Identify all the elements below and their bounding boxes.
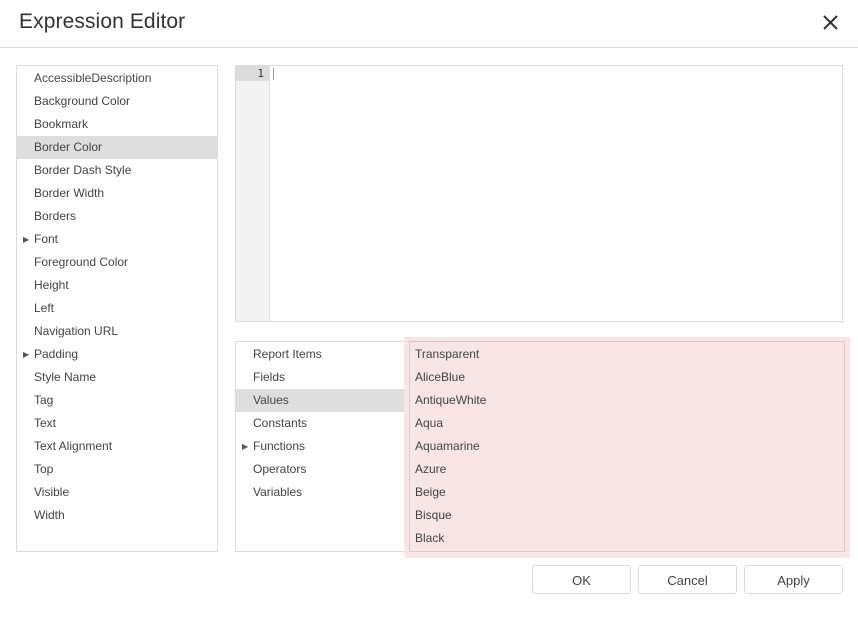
property-item-label: Foreground Color [34, 255, 129, 269]
property-item[interactable]: Top [17, 458, 217, 481]
category-item[interactable]: Operators [236, 458, 409, 481]
property-item[interactable]: Visible [17, 481, 217, 504]
expression-editor[interactable]: 1 [235, 65, 843, 322]
property-item[interactable]: Text [17, 412, 217, 435]
expand-arrow-icon[interactable]: ▶ [23, 343, 29, 366]
property-item-label: Text Alignment [34, 439, 113, 453]
property-item-label: Height [34, 278, 69, 292]
value-item-label: Azure [415, 462, 447, 476]
property-item[interactable]: ▶ Font [17, 228, 217, 251]
value-item-label: Aquamarine [415, 439, 480, 453]
properties-list-items: AccessibleDescription Background Color Boo… [17, 66, 217, 527]
value-item[interactable]: AntiqueWhite [410, 389, 844, 412]
property-item-label: Background Color [34, 94, 131, 108]
categories-list[interactable]: Report Items Fields Values Constants ▶ Functi… [235, 341, 410, 552]
category-item-label: Constants [253, 416, 308, 430]
value-item[interactable]: Aqua [410, 412, 844, 435]
line-number-gutter: 1 [236, 66, 270, 321]
category-item-label: Operators [253, 462, 307, 476]
category-item-label: Variables [253, 485, 303, 499]
value-item-label: Aqua [415, 416, 444, 430]
property-item[interactable]: Navigation URL [17, 320, 217, 343]
property-item-label: Navigation URL [34, 324, 119, 338]
value-item[interactable]: Azure [410, 458, 844, 481]
property-item-label: Bookmark [34, 117, 89, 131]
category-item[interactable]: Values [236, 389, 409, 412]
value-item-label: Beige [415, 485, 446, 499]
close-button[interactable] [820, 12, 842, 34]
property-item-label: Border Dash Style [34, 163, 132, 177]
category-item-label: Report Items [253, 347, 322, 361]
property-item-label: Borders [34, 209, 77, 223]
category-item[interactable]: ▶ Functions [236, 435, 409, 458]
property-item-label: Font [34, 232, 59, 246]
property-item-label: Top [34, 462, 54, 476]
values-list-items: Transparent AliceBlue AntiqueWhite Aqua Aqua… [410, 342, 844, 550]
property-item[interactable]: Bookmark [17, 113, 217, 136]
value-item-label: Transparent [415, 347, 480, 361]
property-item-label: Padding [34, 347, 79, 361]
property-item[interactable]: Borders [17, 205, 217, 228]
values-highlight: Transparent AliceBlue AntiqueWhite Aqua Aqua… [404, 337, 850, 558]
expand-arrow-icon[interactable]: ▶ [242, 435, 248, 458]
category-item-label: Fields [253, 370, 286, 384]
property-item[interactable]: AccessibleDescription [17, 67, 217, 90]
text-cursor [273, 68, 274, 80]
category-item-label: Values [253, 393, 289, 407]
line-number: 1 [236, 66, 269, 81]
value-item[interactable]: Aquamarine [410, 435, 844, 458]
property-item[interactable]: Border Color [17, 136, 217, 159]
property-item-label: AccessibleDescription [34, 71, 152, 85]
expand-arrow-icon[interactable]: ▶ [23, 228, 29, 251]
property-item-label: Text [34, 416, 57, 430]
values-list[interactable]: Transparent AliceBlue AntiqueWhite Aqua Aqua… [409, 341, 845, 552]
property-item[interactable]: Background Color [17, 90, 217, 113]
close-icon [823, 15, 838, 30]
properties-list[interactable]: AccessibleDescription Background Color Boo… [16, 65, 218, 552]
value-item[interactable]: Transparent [410, 343, 844, 366]
property-item-label: Border Width [34, 186, 105, 200]
category-item[interactable]: Variables [236, 481, 409, 504]
value-item[interactable]: Beige [410, 481, 844, 504]
dialog-title: Expression Editor [19, 10, 186, 33]
property-item-label: Left [34, 301, 55, 315]
property-item-label: Border Color [34, 140, 103, 154]
property-item[interactable]: Text Alignment [17, 435, 217, 458]
property-item-label: Visible [34, 485, 70, 499]
property-item[interactable]: Width [17, 504, 217, 527]
category-item[interactable]: Constants [236, 412, 409, 435]
property-item[interactable]: Tag [17, 389, 217, 412]
value-item-label: Black [415, 531, 445, 545]
value-item-label: AntiqueWhite [415, 393, 487, 407]
ok-button[interactable]: OK [532, 565, 631, 594]
value-item-label: AliceBlue [415, 370, 466, 384]
property-item[interactable]: ▶ Padding [17, 343, 217, 366]
property-item-label: Tag [34, 393, 54, 407]
value-item-label: Bisque [415, 508, 452, 522]
value-item[interactable]: AliceBlue [410, 366, 844, 389]
property-item[interactable]: Foreground Color [17, 251, 217, 274]
property-item[interactable]: Style Name [17, 366, 217, 389]
category-item[interactable]: Fields [236, 366, 409, 389]
categories-list-items: Report Items Fields Values Constants ▶ Functi… [236, 342, 409, 504]
value-item[interactable]: Black [410, 527, 844, 550]
category-item[interactable]: Report Items [236, 343, 409, 366]
dialog-header: Expression Editor [0, 0, 858, 48]
property-item-label: Width [34, 508, 65, 522]
property-item[interactable]: Height [17, 274, 217, 297]
property-item[interactable]: Border Dash Style [17, 159, 217, 182]
category-item-label: Functions [253, 439, 306, 453]
property-item[interactable]: Left [17, 297, 217, 320]
property-item[interactable]: Border Width [17, 182, 217, 205]
expression-input[interactable] [270, 66, 842, 321]
cancel-button[interactable]: Cancel [638, 565, 737, 594]
value-item[interactable]: Bisque [410, 504, 844, 527]
apply-button[interactable]: Apply [744, 565, 843, 594]
property-item-label: Style Name [34, 370, 97, 384]
